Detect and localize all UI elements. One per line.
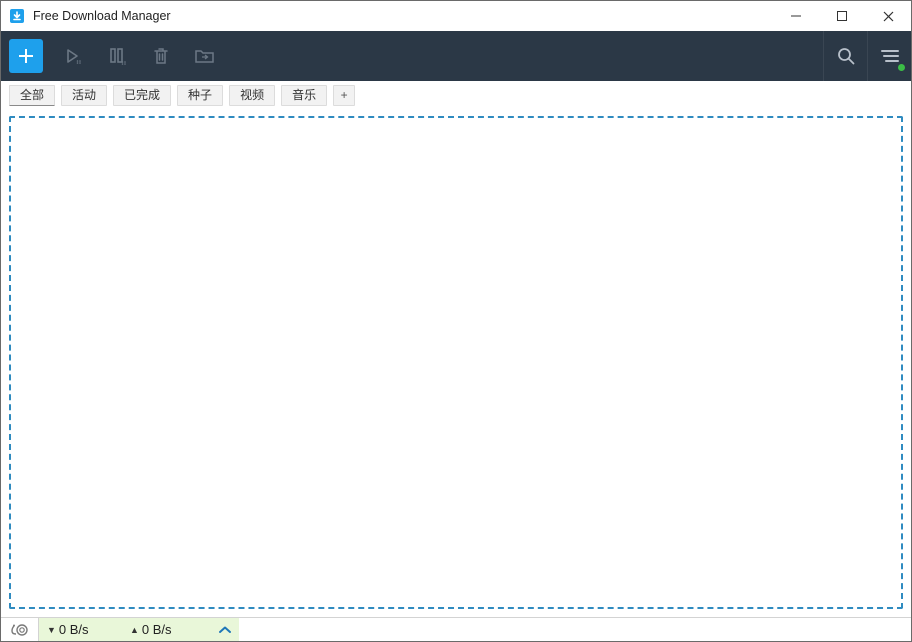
- status-bar: ▼ 0 B/s ▲ 0 B/s: [1, 617, 911, 641]
- status-dot-icon: [898, 64, 905, 71]
- window-title: Free Download Manager: [33, 9, 773, 23]
- tab-video[interactable]: 视频: [229, 85, 275, 106]
- tab-torrents[interactable]: 种子: [177, 85, 223, 106]
- pause-button[interactable]: [95, 31, 139, 81]
- up-triangle-icon: ▲: [130, 625, 139, 635]
- upload-speed: ▲ 0 B/s: [130, 622, 213, 637]
- drop-zone[interactable]: [9, 116, 903, 609]
- delete-button[interactable]: [139, 31, 183, 81]
- app-window: Free Download Manager: [0, 0, 912, 642]
- download-speed-value: 0 B/s: [59, 622, 89, 637]
- menu-button[interactable]: [867, 31, 911, 81]
- add-download-button[interactable]: [9, 39, 43, 73]
- tab-add-button[interactable]: +: [333, 85, 355, 106]
- tab-all[interactable]: 全部: [9, 85, 55, 106]
- start-button[interactable]: [51, 31, 95, 81]
- move-to-folder-button[interactable]: [183, 31, 227, 81]
- titlebar: Free Download Manager: [1, 1, 911, 31]
- search-button[interactable]: [823, 31, 867, 81]
- main-area: [1, 106, 911, 617]
- upload-speed-value: 0 B/s: [142, 622, 172, 637]
- app-icon: [9, 8, 25, 24]
- snail-mode-button[interactable]: [1, 618, 39, 641]
- speed-panel[interactable]: ▼ 0 B/s ▲ 0 B/s: [39, 618, 239, 641]
- tab-music[interactable]: 音乐: [281, 85, 327, 106]
- tab-completed[interactable]: 已完成: [113, 85, 171, 106]
- close-button[interactable]: [865, 1, 911, 31]
- filter-tabs: 全部 活动 已完成 种子 视频 音乐 +: [1, 81, 911, 106]
- maximize-button[interactable]: [819, 1, 865, 31]
- chevron-up-icon[interactable]: [219, 622, 231, 637]
- minimize-button[interactable]: [773, 1, 819, 31]
- download-speed: ▼ 0 B/s: [47, 622, 130, 637]
- down-triangle-icon: ▼: [47, 625, 56, 635]
- tab-active[interactable]: 活动: [61, 85, 107, 106]
- toolbar: [1, 31, 911, 81]
